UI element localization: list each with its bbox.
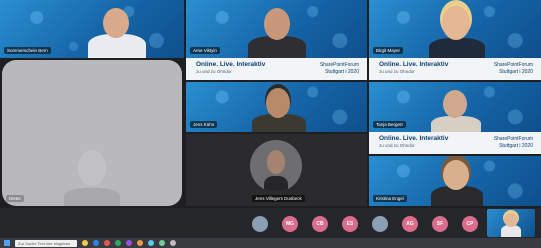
participant-name: Birgit Mayer [373, 47, 404, 54]
participant-name: Sommerschein Bern [4, 47, 51, 54]
event-banner-3: Online. Live. Interaktiv zu und zu Ohndo… [369, 132, 541, 154]
banner-brand: SharePointForum [493, 62, 533, 68]
video-call-window: Sommerschein Bern Arne Viktyin Birgit Ma… [0, 0, 541, 248]
participant-tile-1[interactable]: Sommerschein Bern [0, 0, 184, 58]
windows-start-icon[interactable] [4, 240, 10, 246]
participant-avatar[interactable]: MG [282, 216, 298, 232]
banner-title: Online. Live. Interaktiv [196, 61, 266, 68]
participant-tile-3[interactable]: Birgit Mayer [369, 0, 541, 58]
participant-avatar[interactable] [372, 216, 388, 232]
taskbar-app-icon[interactable] [148, 240, 154, 246]
banner-brand: SharePointForum [493, 136, 533, 142]
participant-name: Dieter [6, 195, 25, 202]
participant-avatar[interactable]: CB [312, 216, 328, 232]
participant-avatar[interactable]: ES [342, 216, 358, 232]
participant-tile-5[interactable]: Tanja Bergert [369, 82, 541, 132]
self-view-video[interactable] [487, 209, 535, 237]
banner-title: Online. Live. Interaktiv [379, 61, 449, 68]
event-banner-2: Online. Live. Interaktiv zu und zu Ohndo… [369, 58, 541, 80]
taskbar-app-icon[interactable] [93, 240, 99, 246]
banner-brand-sub: Stuttgart i 2020 [325, 69, 359, 75]
taskbar-app-icon[interactable] [159, 240, 165, 246]
taskbar-app-icon[interactable] [137, 240, 143, 246]
banner-title: Online. Live. Interaktiv [379, 135, 449, 142]
participant-tile-7[interactable]: Kristina Engel [369, 156, 541, 206]
banner-subtitle: zu und zu Ohndor [379, 143, 415, 148]
participant-tile-8[interactable]: Dieter [2, 60, 182, 206]
participant-name: Kristina Engel [373, 195, 407, 202]
taskbar-app-icon[interactable] [170, 240, 176, 246]
avatar-circle [250, 140, 302, 192]
os-taskbar: Zur Suche Text hier eingeben [0, 238, 541, 248]
banner-subtitle: zu und zu Ohndor [379, 69, 415, 74]
banner-brand: SharePointForum [319, 62, 359, 68]
participant-name: Tanja Bergert [373, 121, 406, 128]
participant-tile-6[interactable]: Jens Villegers Dusbeck [186, 134, 367, 206]
participant-avatar[interactable]: CP [462, 216, 478, 232]
participant-name: Arne Viktyin [190, 47, 220, 54]
banner-brand-sub: Stuttgart i 2020 [499, 143, 533, 149]
participant-tile-4[interactable]: Jens Kühn [186, 82, 367, 132]
participant-name: Jens Kühn [190, 121, 218, 128]
participant-name: Jens Villegers Dusbeck [252, 195, 305, 202]
event-banner-1: Online. Live. Interaktiv zu und zu Ohndo… [186, 58, 367, 80]
participant-avatar[interactable]: SF [432, 216, 448, 232]
taskbar-app-icon[interactable] [115, 240, 121, 246]
participant-strip: MG CB ES AG SF CP [0, 208, 541, 238]
taskbar-app-icon[interactable] [104, 240, 110, 246]
participant-avatar[interactable] [252, 216, 268, 232]
taskbar-search-input[interactable]: Zur Suche Text hier eingeben [15, 239, 77, 247]
participant-avatar[interactable]: AG [402, 216, 418, 232]
banner-subtitle: zu und zu Ohndor [196, 69, 232, 74]
participant-tile-2[interactable]: Arne Viktyin [186, 0, 367, 58]
taskbar-app-icon[interactable] [82, 240, 88, 246]
taskbar-app-icon[interactable] [126, 240, 132, 246]
banner-brand-sub: Stuttgart i 2020 [499, 69, 533, 75]
